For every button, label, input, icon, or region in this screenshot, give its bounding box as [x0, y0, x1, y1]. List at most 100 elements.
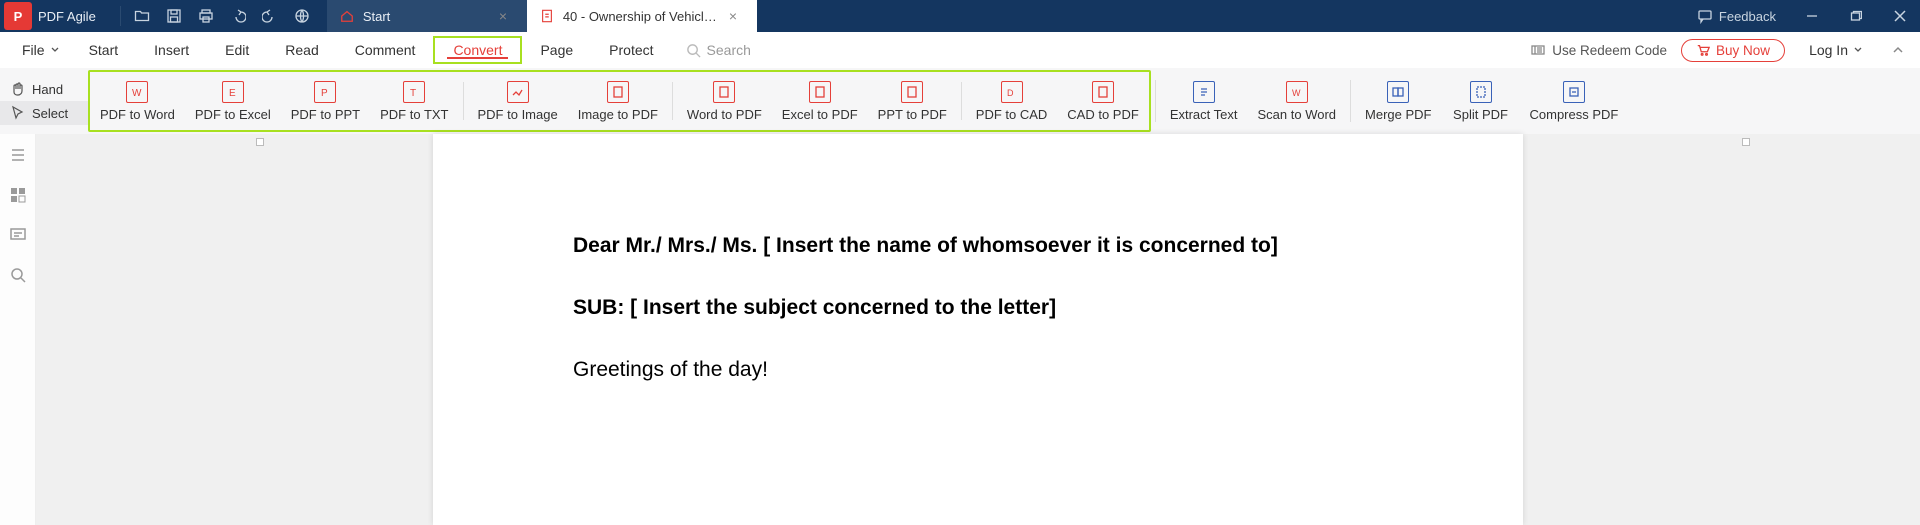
workspace: Dear Mr./ Mrs./ Ms. [ Insert the name of…	[0, 134, 1920, 525]
buy-now-button[interactable]: Buy Now	[1681, 39, 1785, 62]
quick-actions	[127, 0, 317, 32]
separator	[1350, 80, 1351, 122]
menu-insert[interactable]: Insert	[136, 36, 207, 64]
svg-text:E: E	[229, 88, 236, 98]
home-web-icon[interactable]	[287, 0, 317, 32]
outline-icon[interactable]	[9, 146, 27, 164]
doc-salutation: Dear Mr./ Mrs./ Ms. [ Insert the name of…	[573, 234, 1403, 258]
separator	[961, 82, 962, 120]
compress-pdf-button[interactable]: Compress PDF	[1520, 72, 1629, 130]
ticket-icon	[1530, 42, 1546, 58]
image-to-pdf-button[interactable]: Image to PDF	[568, 74, 668, 128]
tab-document[interactable]: 40 - Ownership of Vehicle Tr... ×	[527, 0, 757, 32]
select-label: Select	[32, 106, 68, 121]
search-input[interactable]: Search	[672, 42, 765, 58]
menu-read[interactable]: Read	[267, 36, 336, 64]
merge-icon	[1387, 81, 1409, 103]
redo-icon[interactable]	[255, 0, 285, 32]
cad-to-pdf-button[interactable]: CAD to PDF	[1057, 74, 1149, 128]
button-label: PDF to PPT	[291, 107, 360, 122]
extract-text-button[interactable]: Extract Text	[1160, 72, 1248, 130]
menu-edit[interactable]: Edit	[207, 36, 267, 64]
pdf-to-image-button[interactable]: PDF to Image	[468, 74, 568, 128]
button-label: PDF to Image	[478, 107, 558, 122]
menu-file[interactable]: File	[10, 42, 71, 58]
close-window-button[interactable]	[1880, 0, 1920, 32]
print-icon[interactable]	[191, 0, 221, 32]
pdf-to-txt-button[interactable]: T PDF to TXT	[370, 74, 458, 128]
buy-label: Buy Now	[1716, 43, 1770, 58]
select-tool[interactable]: Select	[0, 101, 88, 125]
svg-text:W: W	[132, 88, 142, 98]
undo-icon[interactable]	[223, 0, 253, 32]
svg-text:P: P	[321, 88, 328, 98]
button-label: Excel to PDF	[782, 107, 858, 122]
app-logo: P	[4, 2, 32, 30]
merge-pdf-button[interactable]: Merge PDF	[1355, 72, 1441, 130]
close-icon[interactable]: ×	[499, 8, 515, 24]
redeem-button[interactable]: Use Redeem Code	[1530, 42, 1667, 58]
annotations-icon[interactable]	[9, 226, 27, 244]
collapse-ribbon-button[interactable]	[1886, 44, 1910, 56]
hand-tool[interactable]: Hand	[0, 77, 88, 101]
chevron-down-icon	[1854, 46, 1862, 54]
ribbon-buttons: W PDF to Word E PDF to Excel P PDF to PP…	[88, 68, 1920, 134]
button-label: Scan to Word	[1258, 107, 1337, 122]
menu-file-label: File	[22, 42, 45, 58]
menu-label: Page	[540, 42, 573, 58]
login-label: Log In	[1809, 42, 1848, 58]
pdf-to-cad-button[interactable]: D PDF to CAD	[966, 74, 1058, 128]
word-to-pdf-button[interactable]: Word to PDF	[677, 74, 772, 128]
pdf-icon	[713, 81, 735, 103]
pdf-to-ppt-button[interactable]: P PDF to PPT	[281, 74, 370, 128]
cad-icon: D	[1001, 81, 1023, 103]
feedback-button[interactable]: Feedback	[1685, 8, 1788, 24]
ppt-to-pdf-button[interactable]: PPT to PDF	[868, 74, 957, 128]
button-label: CAD to PDF	[1067, 107, 1139, 122]
button-label: Word to PDF	[687, 107, 762, 122]
menu-comment[interactable]: Comment	[337, 36, 434, 64]
login-button[interactable]: Log In	[1799, 42, 1872, 58]
separator	[1155, 80, 1156, 122]
menu-start[interactable]: Start	[71, 36, 137, 64]
tab-start[interactable]: Start ×	[327, 0, 527, 32]
minimize-button[interactable]	[1792, 0, 1832, 32]
close-icon[interactable]: ×	[729, 8, 745, 24]
pdf-icon	[809, 81, 831, 103]
tab-label: Start	[363, 9, 491, 24]
doc-greeting: Greetings of the day!	[573, 358, 1403, 382]
menu-convert[interactable]: Convert	[433, 36, 522, 64]
hand-icon	[10, 81, 26, 97]
menu-page[interactable]: Page	[522, 36, 591, 64]
excel-icon: E	[222, 81, 244, 103]
word-icon: W	[126, 81, 148, 103]
cart-icon	[1696, 43, 1710, 57]
button-label: Extract Text	[1170, 107, 1238, 122]
extract-icon	[1193, 81, 1215, 103]
svg-text:D: D	[1007, 88, 1014, 98]
ribbon-left-tools: Hand Select	[0, 68, 88, 134]
menu-label: Protect	[609, 42, 653, 58]
scan-to-word-button[interactable]: W Scan to Word	[1248, 72, 1347, 130]
document-viewport[interactable]: Dear Mr./ Mrs./ Ms. [ Insert the name of…	[36, 134, 1920, 525]
split-pdf-button[interactable]: Split PDF	[1442, 72, 1520, 130]
button-label: Merge PDF	[1365, 107, 1431, 122]
maximize-button[interactable]	[1836, 0, 1876, 32]
pdf-to-word-button[interactable]: W PDF to Word	[90, 74, 185, 128]
redeem-label: Use Redeem Code	[1552, 43, 1667, 58]
open-icon[interactable]	[127, 0, 157, 32]
page: Dear Mr./ Mrs./ Ms. [ Insert the name of…	[433, 134, 1523, 525]
left-rail	[0, 134, 36, 525]
image-icon	[507, 81, 529, 103]
feedback-label: Feedback	[1719, 9, 1776, 24]
button-label: PDF to TXT	[380, 107, 448, 122]
menu-label: Insert	[154, 42, 189, 58]
excel-to-pdf-button[interactable]: Excel to PDF	[772, 74, 868, 128]
menu-protect[interactable]: Protect	[591, 36, 671, 64]
search-placeholder: Search	[707, 42, 751, 58]
save-icon[interactable]	[159, 0, 189, 32]
pdf-to-excel-button[interactable]: E PDF to Excel	[185, 74, 281, 128]
search-panel-icon[interactable]	[9, 266, 27, 284]
chat-icon	[1697, 8, 1713, 24]
thumbnails-icon[interactable]	[9, 186, 27, 204]
